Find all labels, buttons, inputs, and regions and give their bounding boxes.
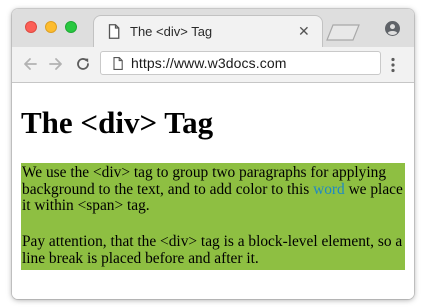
page-viewport: The <div> Tag We use the <div> tag to gr… <box>12 83 414 299</box>
close-icon[interactable]: ✕ <box>298 23 310 39</box>
browser-toolbar: https://www.w3docs.com <box>12 47 414 83</box>
minimize-window-button[interactable] <box>45 21 57 33</box>
address-bar[interactable]: https://www.w3docs.com <box>100 51 381 75</box>
account-icon[interactable] <box>385 21 400 36</box>
div-block: We use the <div> tag to group two paragr… <box>21 163 405 270</box>
page-heading: The <div> Tag <box>21 105 214 140</box>
back-arrow-icon[interactable] <box>22 56 38 72</box>
forward-arrow-icon[interactable] <box>48 56 64 72</box>
paragraph-1: We use the <div> tag to group two paragr… <box>22 164 405 215</box>
reload-icon[interactable] <box>75 56 91 72</box>
url-text[interactable]: https://www.w3docs.com <box>131 55 286 71</box>
highlighted-word: word <box>313 180 345 198</box>
tab-active[interactable]: The <div> Tag ✕ <box>94 16 322 47</box>
page-icon <box>108 24 120 39</box>
tab-title: The <div> Tag <box>130 24 213 39</box>
browser-window: The <div> Tag ✕ https://www.w3docs.com T… <box>12 9 414 299</box>
paragraph-2: Pay attention, that the <div> tag is a b… <box>22 233 403 267</box>
zoom-window-button[interactable] <box>65 21 77 33</box>
page-icon <box>113 57 123 70</box>
close-window-button[interactable] <box>25 21 37 33</box>
tab-strip: The <div> Tag ✕ <box>12 9 414 47</box>
kebab-menu-icon[interactable] <box>390 57 396 73</box>
new-tab-icon[interactable] <box>326 24 360 41</box>
